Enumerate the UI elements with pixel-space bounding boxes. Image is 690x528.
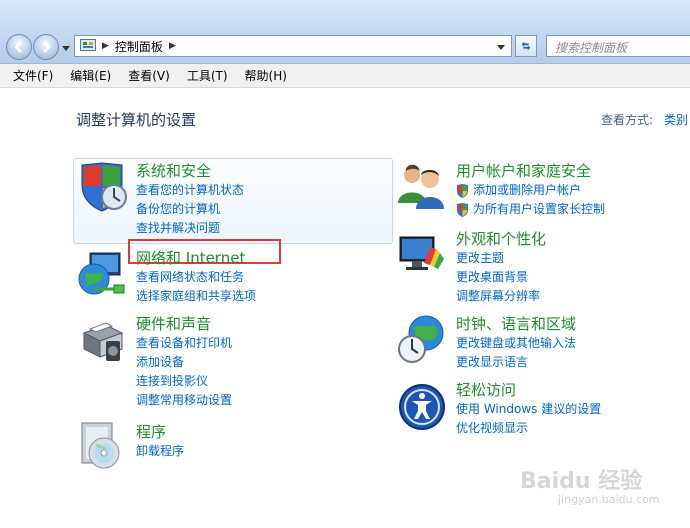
parental-controls-label: 为所有用户设置家长控制 [473,202,606,216]
link-display-language[interactable]: 更改显示语言 [456,353,576,372]
window-titlebar: ▶ 控制面板 ▶ 搜索控制面板 [0,0,690,64]
link-devices-printers[interactable]: 查看设备和打印机 [136,334,232,353]
network-globe-icon[interactable] [76,249,128,301]
link-parental-controls[interactable]: 为所有用户设置家长控制 [456,200,605,219]
address-bar[interactable]: ▶ 控制面板 ▶ [74,35,512,57]
baidu-watermark: Baidu 经验 [520,469,643,494]
forward-button[interactable] [33,34,59,60]
category-user-accounts: 用户帐户和家庭安全 添加或删除用户帐户 为所有用户设置家长控制 [456,160,605,219]
link-change-theme[interactable]: 更改主题 [456,249,546,268]
ease-of-access-title[interactable]: 轻松访问 [456,379,601,400]
shield-icon[interactable] [76,161,128,213]
refresh-button[interactable] [515,35,537,57]
menu-file[interactable]: 文件(F) [13,67,53,84]
menu-help[interactable]: 帮助(H) [245,67,287,84]
link-view-computer-status[interactable]: 查看您的计算机状态 [136,181,244,200]
link-mobility-settings[interactable]: 调整常用移动设置 [136,391,232,410]
programs-title[interactable]: 程序 [136,421,184,442]
clock-language-title[interactable]: 时钟、语言和区域 [456,313,576,334]
category-appearance: 外观和个性化 更改主题 更改桌面背景 调整屏幕分辨率 [456,228,546,306]
view-by-label: 查看方式: [601,113,654,127]
refresh-icon [521,41,531,51]
view-by-dropdown[interactable]: 类别 [664,111,688,128]
link-uninstall-program[interactable]: 卸载程序 [136,442,184,461]
breadcrumb-chevron-icon[interactable]: ▶ [169,41,176,51]
printer-speaker-icon[interactable] [76,313,128,365]
link-homegroup-sharing[interactable]: 选择家庭组和共享选项 [136,287,256,306]
breadcrumb-control-panel[interactable]: 控制面板 [115,38,163,55]
control-panel-icon [80,39,96,51]
recent-pages-dropdown-icon[interactable] [62,44,70,52]
appearance-monitor-icon[interactable] [396,229,448,281]
menu-bar: 文件(F) 编辑(E) 查看(V) 工具(T) 帮助(H) [0,64,690,88]
link-change-keyboard[interactable]: 更改键盘或其他输入法 [456,334,576,353]
add-remove-accounts-label: 添加或删除用户帐户 [473,183,582,197]
link-windows-recommended[interactable]: 使用 Windows 建议的设置 [456,400,601,419]
link-screen-resolution[interactable]: 调整屏幕分辨率 [456,287,546,306]
link-connect-projector[interactable]: 连接到投影仪 [136,372,232,391]
link-add-device[interactable]: 添加设备 [136,353,232,372]
category-programs: 程序 卸载程序 [136,421,184,461]
category-clock-language: 时钟、语言和区域 更改键盘或其他输入法 更改显示语言 [456,313,576,372]
programs-disc-icon[interactable] [76,419,128,471]
appearance-title[interactable]: 外观和个性化 [456,228,546,249]
page-title: 调整计算机的设置 [76,111,197,129]
network-internet-title[interactable]: 网络和 Internet [136,247,256,268]
uac-shield-icon [457,203,468,217]
arrow-right-icon [43,41,51,53]
user-accounts-title[interactable]: 用户帐户和家庭安全 [456,160,605,181]
link-desktop-background[interactable]: 更改桌面背景 [456,268,546,287]
hardware-sound-title[interactable]: 硬件和声音 [136,313,232,334]
link-optimize-display[interactable]: 优化视频显示 [456,419,601,438]
link-backup-computer[interactable]: 备份您的计算机 [136,200,244,219]
address-dropdown-icon[interactable] [497,43,505,51]
search-input[interactable]: 搜索控制面板 [546,35,690,57]
category-ease-of-access: 轻松访问 使用 Windows 建议的设置 优化视频显示 [456,379,601,438]
link-add-remove-accounts[interactable]: 添加或删除用户帐户 [456,181,605,200]
ease-of-access-icon[interactable] [396,381,448,433]
category-hardware-sound: 硬件和声音 查看设备和打印机 添加设备 连接到投影仪 调整常用移动设置 [136,313,232,410]
system-security-title[interactable]: 系统和安全 [136,160,244,181]
menu-tools[interactable]: 工具(T) [187,67,228,84]
link-view-network-status[interactable]: 查看网络状态和任务 [136,268,256,287]
control-panel-content: 调整计算机的设置 查看方式: 类别 系统和安全 查看您的计算机状态 备份您的计算… [0,89,690,528]
link-troubleshoot[interactable]: 查找并解决问题 [136,219,244,238]
category-network: 网络和 Internet 查看网络状态和任务 选择家庭组和共享选项 [136,247,256,306]
users-icon[interactable] [396,159,448,211]
uac-shield-icon [457,184,468,198]
menu-view[interactable]: 查看(V) [128,67,170,84]
back-button[interactable] [6,34,32,60]
arrow-left-icon [14,41,22,53]
clock-globe-icon[interactable] [396,313,448,365]
menu-edit[interactable]: 编辑(E) [70,67,111,84]
baidu-watermark-url: jingyan.baidu.com [558,493,660,506]
breadcrumb-separator-icon[interactable]: ▶ [102,41,109,51]
category-system-security: 系统和安全 查看您的计算机状态 备份您的计算机 查找并解决问题 [136,160,244,238]
